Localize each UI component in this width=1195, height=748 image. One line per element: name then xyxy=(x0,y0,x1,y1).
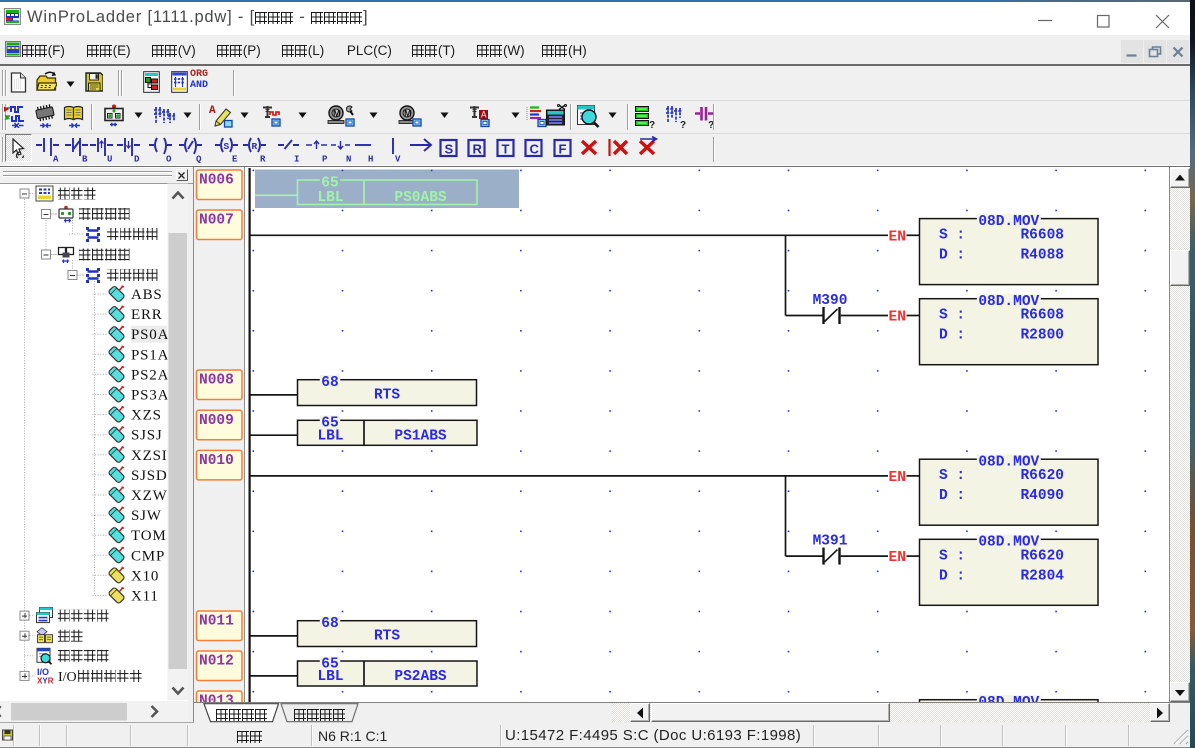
svg-text:D :: D : xyxy=(939,488,965,504)
svg-text:R6620: R6620 xyxy=(1020,468,1064,484)
svg-text:R2804: R2804 xyxy=(1020,568,1064,584)
svg-text:LBL: LBL xyxy=(317,190,343,206)
svg-text:R2800: R2800 xyxy=(1020,328,1064,344)
svg-text:A: A xyxy=(481,110,488,120)
svg-text:S :: S : xyxy=(939,228,965,244)
svg-text:X10: X10 xyxy=(131,568,159,584)
svg-text:X11: X11 xyxy=(131,589,159,605)
svg-text:TOM: TOM xyxy=(131,528,166,544)
svg-text:R6608: R6608 xyxy=(1020,228,1064,244)
svg-text:I/O: I/O xyxy=(58,670,77,685)
svg-text:?: ? xyxy=(649,120,655,128)
svg-text:68: 68 xyxy=(321,616,338,632)
svg-text:XZW: XZW xyxy=(131,488,168,504)
svg-text:SJW: SJW xyxy=(131,508,162,524)
svg-text:O: O xyxy=(166,155,172,164)
svg-text:XZS: XZS xyxy=(131,408,162,424)
svg-text:N009: N009 xyxy=(199,413,234,429)
svg-text:V: V xyxy=(395,155,401,164)
svg-text:M391: M391 xyxy=(813,534,848,550)
svg-text:I/O: I/O xyxy=(37,667,49,677)
svg-text:EN: EN xyxy=(889,229,906,245)
svg-text:Q: Q xyxy=(196,155,202,164)
svg-text:M390: M390 xyxy=(813,293,848,309)
svg-text:M: M xyxy=(404,109,412,119)
svg-text:PS1ABS: PS1ABS xyxy=(394,428,447,444)
svg-text:A: A xyxy=(209,105,216,117)
svg-text:S: S xyxy=(445,142,454,157)
svg-text:B: B xyxy=(82,155,88,164)
svg-text:R6620: R6620 xyxy=(1020,548,1064,564)
svg-text:A: A xyxy=(53,155,59,164)
svg-text:RTS: RTS xyxy=(374,629,400,645)
svg-text:LBL: LBL xyxy=(317,428,343,444)
svg-text:N010: N010 xyxy=(199,453,234,469)
svg-text:R: R xyxy=(473,142,483,157)
svg-text:PS0ABS: PS0ABS xyxy=(394,190,447,206)
svg-text:PS0A: PS0A xyxy=(131,327,169,343)
svg-text:M: M xyxy=(333,109,341,119)
svg-text:SJSJ: SJSJ xyxy=(131,428,163,444)
svg-text:R4090: R4090 xyxy=(1020,488,1064,504)
svg-text:T: T xyxy=(502,142,510,157)
svg-text:R6608: R6608 xyxy=(1020,308,1064,324)
svg-text:H: H xyxy=(368,155,373,164)
svg-text:S :: S : xyxy=(939,468,965,484)
svg-text:ABS: ABS xyxy=(131,287,163,303)
svg-text:R: R xyxy=(260,155,266,164)
svg-text:N007: N007 xyxy=(199,213,234,229)
svg-text:S :: S : xyxy=(939,308,965,324)
svg-text:S: S xyxy=(224,141,230,152)
svg-text:EN: EN xyxy=(889,550,906,566)
svg-text:LBL: LBL xyxy=(317,669,343,685)
svg-text:ERR: ERR xyxy=(131,307,163,323)
svg-text:?: ? xyxy=(680,120,686,128)
svg-text:D :: D : xyxy=(939,568,965,584)
svg-text:U: U xyxy=(107,155,112,164)
svg-text:N006: N006 xyxy=(199,173,234,189)
svg-text:N012: N012 xyxy=(199,654,234,670)
svg-text:EN: EN xyxy=(889,470,906,486)
svg-text:RTS: RTS xyxy=(374,388,400,404)
svg-text:N008: N008 xyxy=(199,373,234,389)
svg-text:E: E xyxy=(232,155,238,164)
svg-text:R4088: R4088 xyxy=(1020,248,1064,264)
svg-text:PS3A: PS3A xyxy=(131,388,169,404)
svg-text:D :: D : xyxy=(939,328,965,344)
svg-text:EN: EN xyxy=(889,310,906,326)
svg-text:C: C xyxy=(530,142,540,157)
svg-text:XZSI: XZSI xyxy=(131,448,168,464)
svg-text:68: 68 xyxy=(321,375,338,391)
svg-text:PS1A: PS1A xyxy=(131,347,169,363)
svg-text:F: F xyxy=(558,142,566,157)
svg-text:CMP: CMP xyxy=(131,548,165,564)
svg-text:PS2A: PS2A xyxy=(131,367,169,383)
svg-text:R: R xyxy=(252,141,258,152)
svg-text:D: D xyxy=(134,155,140,164)
svg-text:D :: D : xyxy=(939,248,965,264)
svg-text:S :: S : xyxy=(939,548,965,564)
svg-text:SJSD: SJSD xyxy=(131,468,168,484)
svg-text:XYR: XYR xyxy=(37,676,54,685)
svg-text:I: I xyxy=(294,155,299,164)
svg-text:PS2ABS: PS2ABS xyxy=(394,669,447,685)
svg-text:N011: N011 xyxy=(199,614,234,630)
